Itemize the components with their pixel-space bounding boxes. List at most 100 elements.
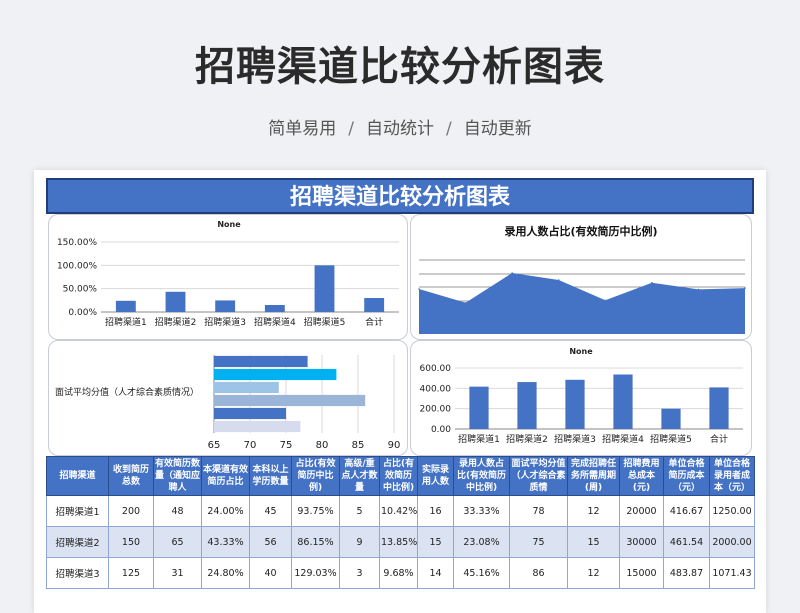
x-tick-label: 合计 bbox=[710, 433, 728, 445]
bar bbox=[613, 374, 633, 429]
channel-comparison-table: 招聘渠道 收到简历总数 有效简历数量（通知应聘人 本渠道有效简历占比 本科以上学历数量占… bbox=[46, 456, 755, 589]
bar bbox=[214, 420, 301, 433]
table-cell: 86 bbox=[509, 557, 568, 589]
x-tick-label: 招聘渠道5 bbox=[304, 316, 346, 328]
table-cell: 45 bbox=[249, 495, 292, 527]
table-cell: 14 bbox=[417, 557, 454, 589]
chart-panel-resume-ratio: None 0.00% 50.00% 100.00% 150.00% 招聘渠道1 招聘渠道2 招… bbox=[48, 214, 408, 340]
table-row: 招聘渠道1 200 48 24.00% 45 93.75% 5 10.42% 16 33.33% 7… bbox=[46, 495, 755, 527]
x-tick-label: 招聘渠道4 bbox=[254, 316, 296, 328]
bar bbox=[214, 394, 366, 407]
table-cell: 45.16% bbox=[453, 557, 510, 589]
table-cell: 86.15% bbox=[291, 526, 340, 558]
subtitle-item-2: 自动统计 bbox=[366, 119, 434, 139]
table-cell: 56 bbox=[249, 526, 292, 558]
table-cell: 招聘渠道1 bbox=[46, 495, 109, 527]
column-header: 收到简历总数 bbox=[108, 456, 154, 496]
y-tick-label: 200.00 bbox=[420, 405, 452, 415]
x-tick-label: 合计 bbox=[365, 316, 383, 328]
page-title: 招聘渠道比较分析图表 bbox=[195, 44, 605, 90]
bar bbox=[661, 408, 681, 429]
data-point bbox=[604, 299, 607, 302]
sheet-banner: 招聘渠道比较分析图表 bbox=[46, 178, 754, 214]
bar bbox=[314, 265, 335, 312]
y-tick-label: 150.00% bbox=[57, 238, 97, 248]
spreadsheet-preview: 招聘渠道比较分析图表 None 0.00% 50.00% 100.00% 150.00%… bbox=[34, 170, 766, 613]
table-cell: 93.75% bbox=[291, 495, 340, 527]
table-cell: 1071.43 bbox=[709, 557, 755, 589]
table-row: 招聘渠道2 150 65 43.33% 56 86.15% 9 13.85% 15 23.08% 7… bbox=[46, 526, 755, 558]
table-cell: 3 bbox=[339, 557, 380, 589]
table-cell: 13.85% bbox=[379, 526, 418, 558]
subtitle-separator: / bbox=[348, 119, 354, 139]
bar bbox=[469, 386, 489, 429]
x-tick-label: 招聘渠道3 bbox=[554, 433, 596, 445]
table-body: 招聘渠道1 200 48 24.00% 45 93.75% 5 10.42% 16 33.33% 7… bbox=[46, 495, 755, 589]
data-point bbox=[464, 302, 467, 304]
x-tick-label: 招聘渠道5 bbox=[650, 433, 692, 445]
column-header: 单位合格简历成本（元） bbox=[663, 456, 710, 496]
column-header: 招聘渠道 bbox=[46, 456, 109, 496]
x-tick-label: 80 bbox=[316, 440, 329, 451]
y-axis-label: 面试平均分值（人才综合素质情况） bbox=[55, 386, 199, 398]
table-cell: 15 bbox=[567, 526, 620, 558]
data-point bbox=[744, 287, 746, 289]
table-cell: 200 bbox=[108, 495, 154, 527]
table-cell: 10.42% bbox=[379, 495, 418, 527]
x-tick-label: 招聘渠道1 bbox=[105, 316, 147, 328]
x-tick-label: 75 bbox=[280, 440, 293, 451]
y-tick-label: 0.00 bbox=[431, 425, 451, 435]
data-point bbox=[418, 288, 420, 290]
column-header: 有效简历数量（通知应聘人 bbox=[153, 456, 202, 496]
column-header: 招聘费用总成本(元) bbox=[619, 456, 664, 496]
chart-title: 录用人数占比(有效简历中比例) bbox=[504, 224, 657, 238]
bar bbox=[214, 368, 337, 381]
column-header: 面试平均分值（人才综合素质情 bbox=[509, 456, 568, 496]
table-cell: 招聘渠道2 bbox=[46, 526, 109, 558]
column-header: 录用人数占比(有效简历中比例) bbox=[453, 456, 510, 496]
x-tick-label: 65 bbox=[208, 440, 221, 451]
table-cell: 43.33% bbox=[201, 526, 250, 558]
table-cell: 40 bbox=[249, 557, 292, 589]
hire-ratio-area-chart: 录用人数占比(有效简历中比例) bbox=[418, 224, 746, 334]
y-tick-label: 50.00% bbox=[63, 285, 98, 295]
chart-panel-interview-score: 面试平均分值（人才综合素质情况） 65 70 75 80 85 90 bbox=[48, 340, 408, 456]
y-tick-label: 100.00% bbox=[57, 261, 97, 271]
bar bbox=[709, 387, 729, 429]
table-cell: 招聘渠道3 bbox=[46, 557, 109, 589]
subtitle: 简单易用 / 自动统计 / 自动更新 bbox=[0, 114, 800, 139]
data-point bbox=[511, 272, 513, 274]
table-cell: 150 bbox=[108, 526, 154, 558]
column-header: 实际录用人数 bbox=[417, 456, 454, 496]
table-cell: 125 bbox=[108, 557, 154, 589]
table-cell: 78 bbox=[509, 495, 568, 527]
table-cell: 33.33% bbox=[453, 495, 510, 527]
unit-cost-bar-chart: None 0.00 200.00 400.00 600.00 招聘渠道1 招聘渠道2 招聘渠道… bbox=[420, 347, 743, 445]
table-cell: 9.68% bbox=[379, 557, 418, 589]
table-cell: 20000 bbox=[619, 495, 664, 527]
table-cell: 15000 bbox=[619, 557, 664, 589]
column-header: 本渠道有效简历占比 bbox=[201, 456, 250, 496]
table-cell: 461.54 bbox=[663, 526, 710, 558]
area-series bbox=[419, 273, 745, 334]
bar bbox=[565, 379, 585, 429]
table-cell: 23.08% bbox=[453, 526, 510, 558]
bar bbox=[214, 381, 279, 394]
table-cell: 12 bbox=[567, 495, 620, 527]
interview-score-bar-chart: 面试平均分值（人才综合素质情况） 65 70 75 80 85 90 bbox=[55, 355, 400, 451]
chart-title: None bbox=[569, 347, 593, 356]
table-cell: 12 bbox=[567, 557, 620, 589]
column-header: 高级/重点人才数量 bbox=[339, 456, 380, 496]
table-header-row: 招聘渠道 收到简历总数 有效简历数量（通知应聘人 本渠道有效简历占比 本科以上学历数量占… bbox=[46, 456, 755, 496]
x-tick-label: 70 bbox=[244, 440, 257, 451]
bar bbox=[165, 291, 186, 312]
table-cell: 129.03% bbox=[291, 557, 340, 589]
table-cell: 65 bbox=[153, 526, 202, 558]
data-point bbox=[557, 279, 560, 281]
bar bbox=[115, 300, 136, 312]
table-cell: 48 bbox=[153, 495, 202, 527]
table-cell: 1250.00 bbox=[709, 495, 755, 527]
table-cell: 416.67 bbox=[663, 495, 710, 527]
table-cell: 9 bbox=[339, 526, 380, 558]
bar bbox=[264, 305, 285, 312]
